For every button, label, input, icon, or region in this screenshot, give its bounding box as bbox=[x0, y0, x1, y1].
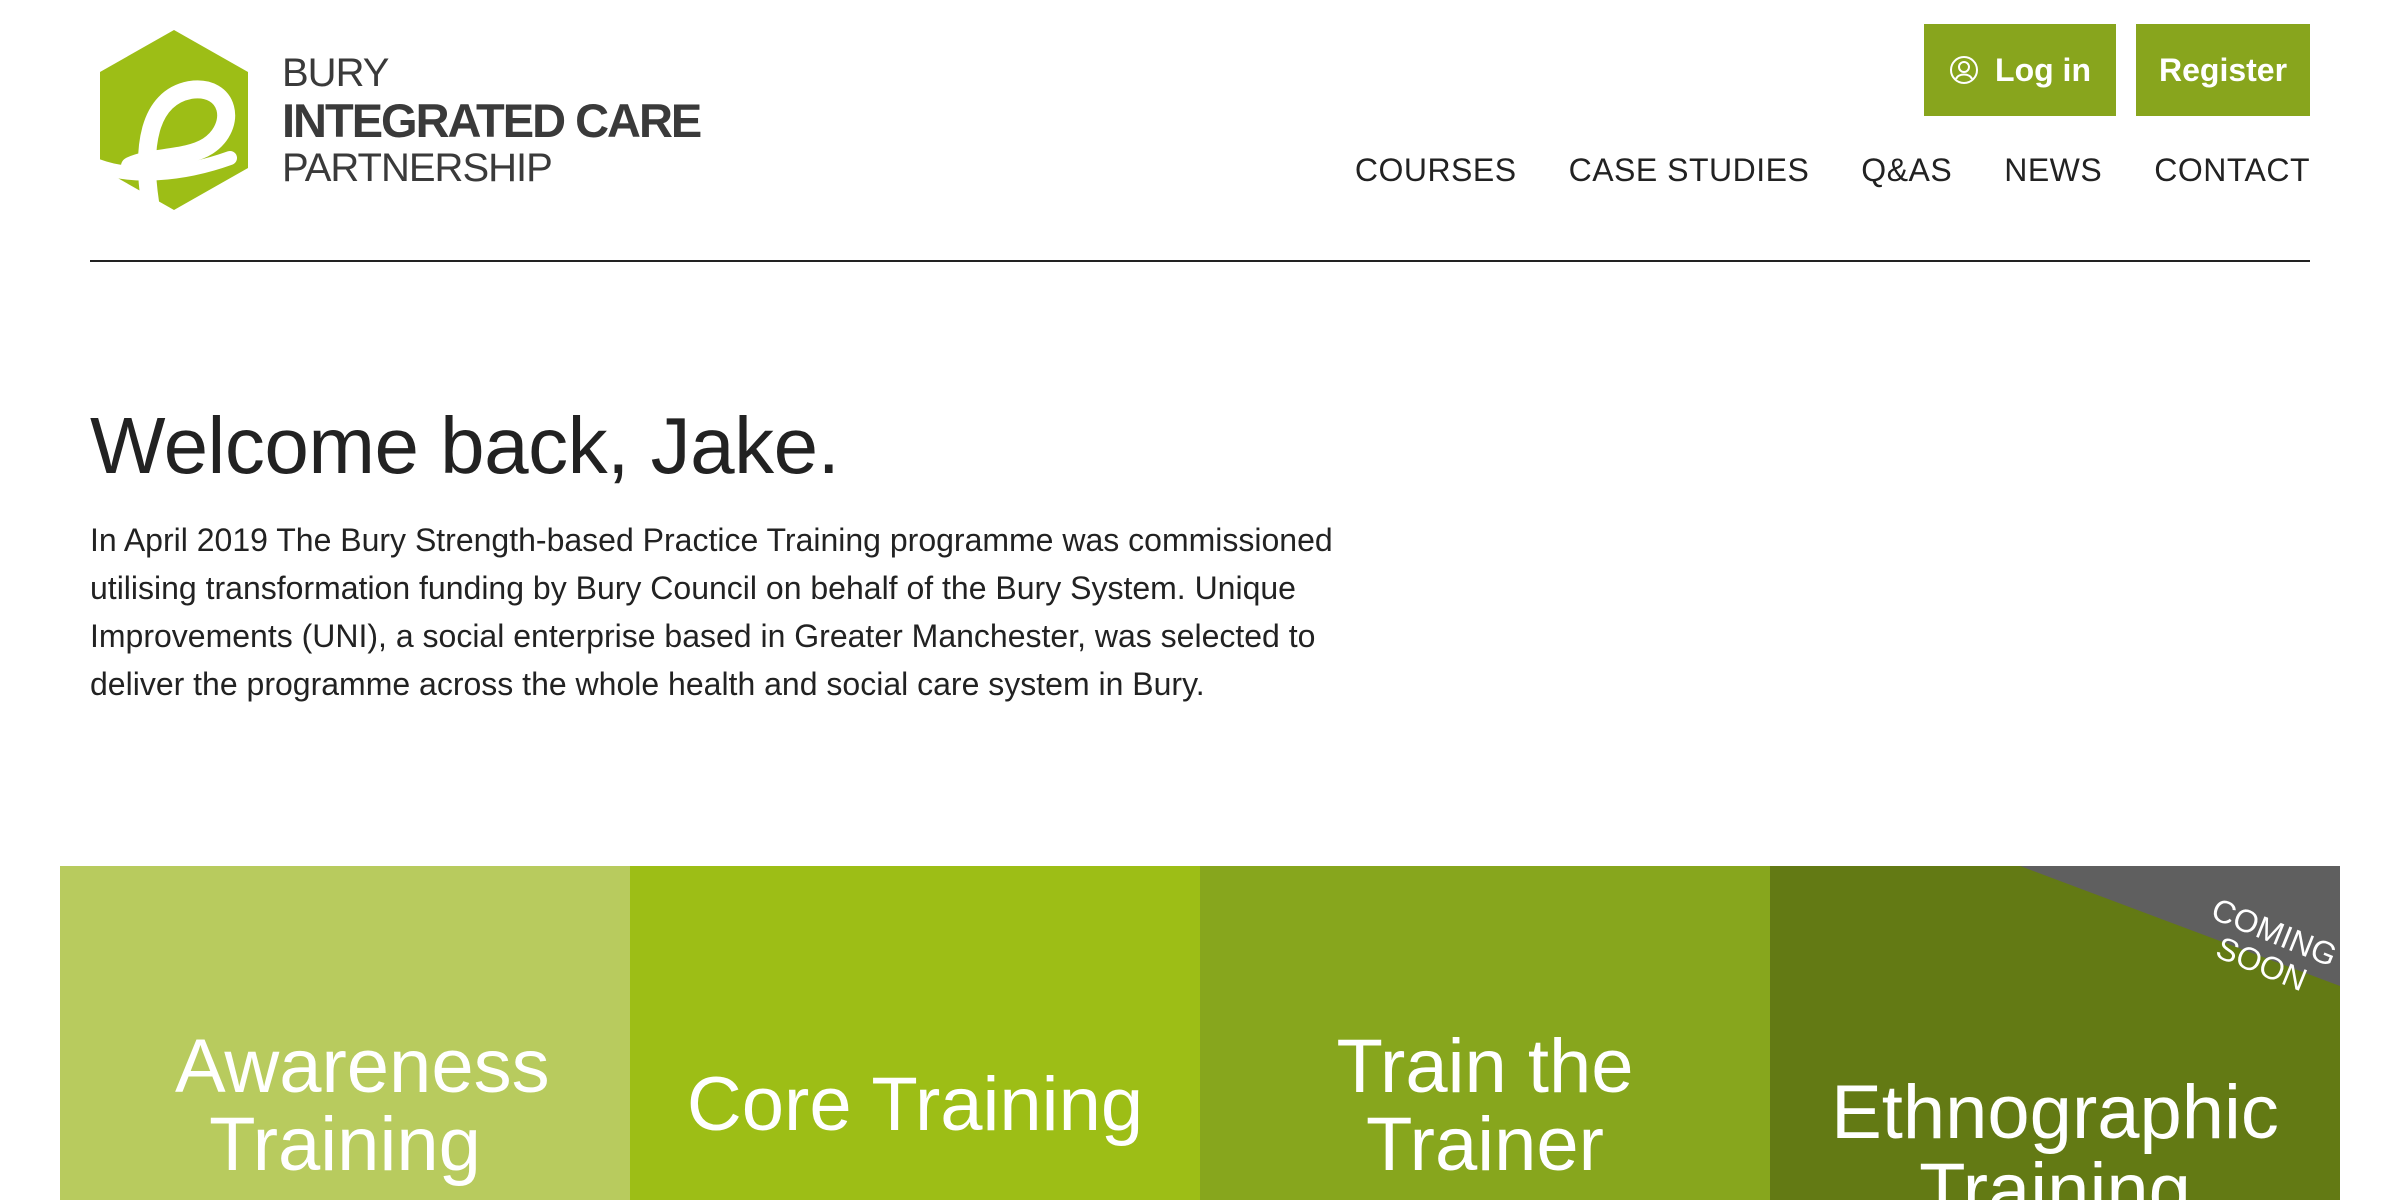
nav-contact[interactable]: CONTACT bbox=[2154, 152, 2310, 189]
register-button[interactable]: Register bbox=[2136, 24, 2310, 116]
logo-line-2: INTEGRATED CARE bbox=[282, 93, 702, 147]
tile-awareness-training[interactable]: Awareness Training bbox=[60, 866, 630, 1200]
login-button[interactable]: Log in bbox=[1924, 24, 2116, 116]
register-label: Register bbox=[2158, 51, 2288, 88]
tile-core-training[interactable]: Core Training bbox=[630, 866, 1200, 1200]
logo-line-3: PARTNERSHIP bbox=[282, 145, 553, 190]
nav-qas[interactable]: Q&AS bbox=[1861, 152, 1952, 189]
partnership-ribbon-icon bbox=[91, 30, 248, 211]
tile-label: Train the Trainer bbox=[1336, 1024, 1634, 1187]
course-tiles: Awareness Training Core Training Train t… bbox=[60, 866, 2340, 1200]
tile-label: Core Training bbox=[686, 1062, 1144, 1147]
login-label: Log in bbox=[1995, 51, 2091, 88]
header-divider bbox=[90, 260, 2310, 262]
nav-news[interactable]: NEWS bbox=[2004, 152, 2102, 189]
main-nav: COURSES CASE STUDIES Q&AS NEWS CONTACT bbox=[1355, 152, 2310, 189]
auth-buttons: Log in Register bbox=[1924, 24, 2310, 116]
tile-ethnographic-training[interactable]: Ethnographic Training COMING SOON bbox=[1770, 866, 2340, 1200]
intro-paragraph: In April 2019 The Bury Strength-based Pr… bbox=[90, 522, 1333, 702]
nav-case-studies[interactable]: CASE STUDIES bbox=[1569, 152, 1810, 189]
user-circle-icon bbox=[1949, 55, 1979, 85]
site-logo[interactable]: BURY INTEGRATED CARE PARTNERSHIP bbox=[90, 28, 702, 212]
logo-line-1: BURY bbox=[282, 50, 389, 95]
tile-train-the-trainer[interactable]: Train the Trainer bbox=[1200, 866, 1770, 1200]
welcome-heading: Welcome back, Jake. bbox=[90, 401, 840, 490]
tile-label: Awareness Training bbox=[175, 1024, 550, 1187]
logo-wordmark: BURY INTEGRATED CARE PARTNERSHIP bbox=[282, 50, 702, 190]
nav-courses[interactable]: COURSES bbox=[1355, 152, 1517, 189]
tile-label: Ethnographic Training bbox=[1831, 1070, 2279, 1200]
